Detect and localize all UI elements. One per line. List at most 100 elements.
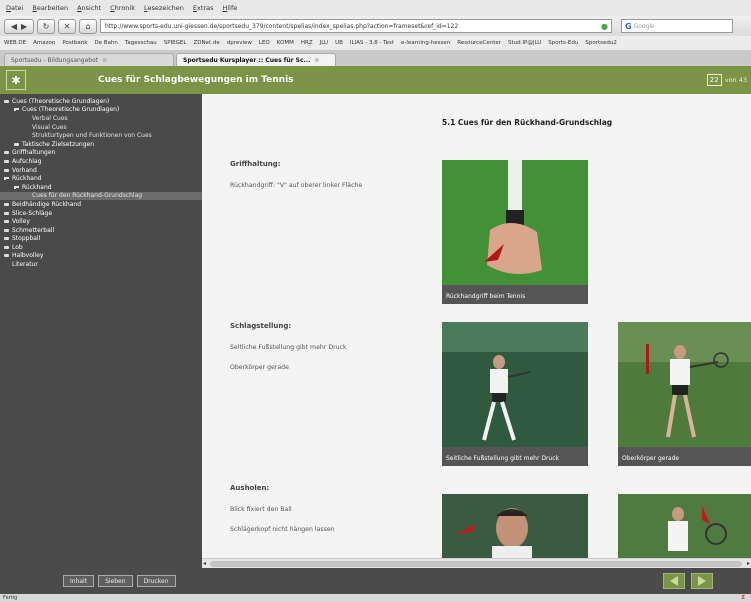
folder-icon (4, 254, 9, 258)
nav-item[interactable]: Slice-Schläge (0, 209, 202, 218)
photo-eyes-on-ball[interactable] (442, 494, 588, 558)
stop-icon: ✕ (63, 21, 71, 31)
arrow-left-icon (670, 576, 678, 586)
reload-icon: ↻ (42, 21, 50, 31)
nav-item[interactable]: Griffhaltungen (0, 149, 202, 158)
bookmark-item[interactable]: WEB.DE (4, 40, 26, 46)
menu-history[interactable]: Chronik (110, 4, 135, 12)
nav-item[interactable]: Rückhand (0, 174, 202, 183)
bookmark-item[interactable]: LEO (259, 40, 270, 46)
menu-tools[interactable]: Extras (193, 4, 214, 12)
browser-menubar: Datei Bearbeiten Ansicht Chronik Lesezei… (0, 0, 751, 16)
bookmark-item[interactable]: JLU (320, 40, 328, 46)
nav-item[interactable]: Taktische Zielsetzungen (0, 140, 202, 149)
bookmark-item[interactable]: KOMM (277, 40, 294, 46)
folder-icon (4, 211, 9, 215)
menu-bookmarks[interactable]: Lesezeichen (144, 4, 184, 12)
expanded-folder-icon (4, 177, 9, 181)
nav-item[interactable]: Cues für den Rückhand-Grundschlag (0, 191, 202, 201)
photo-backhand-grip[interactable]: Rückhandgriff beim Tennis (442, 160, 588, 304)
next-page-button[interactable] (691, 573, 713, 589)
nav-item[interactable]: Strukturtypen und Funktionen von Cues (0, 131, 202, 140)
folder-icon (4, 151, 9, 155)
page-nav (663, 573, 713, 589)
player-header: ✱ Cues für Schlagbewegungen im Tennis 22… (0, 66, 751, 94)
bookmark-item[interactable]: Postbank (62, 40, 87, 46)
reload-button[interactable]: ↻ (37, 18, 55, 34)
stance-photo-image (442, 322, 588, 447)
url-field[interactable]: http://www.sports-edu.uni-giessen.de/spo… (100, 19, 612, 33)
scroll-thumb[interactable] (210, 561, 742, 567)
bookmark-item[interactable]: Stud.IP@JLU (508, 40, 541, 46)
nav-item[interactable]: Literatur (0, 260, 202, 269)
menu-help[interactable]: Hilfe (222, 4, 237, 12)
nav-item[interactable]: Stoppball (0, 235, 202, 244)
search-field[interactable]: G Google (621, 19, 733, 33)
search-button[interactable]: Sieben (98, 575, 133, 587)
photo-caption: Oberkörper gerade (622, 454, 680, 462)
go-icon[interactable]: ● (601, 22, 611, 31)
nav-item[interactable]: Vorhand (0, 166, 202, 175)
nav-item-label: Rückhand (22, 183, 52, 191)
bookmark-item[interactable]: Tagesschau (125, 40, 157, 46)
close-icon[interactable]: ⊗ (314, 57, 319, 64)
folder-icon (4, 202, 9, 206)
page-counter: 22 von 43 (706, 74, 747, 86)
scroll-left-icon[interactable]: ◂ (203, 560, 206, 567)
nav-item[interactable]: Beidhändige Rückhand (0, 200, 202, 209)
photo-upright-posture[interactable]: Oberkörper gerade (618, 322, 751, 466)
bookmark-item[interactable]: HRZ (301, 40, 313, 46)
bookmark-item[interactable]: Sportsedu2 (585, 40, 617, 46)
section-text: Seitliche Fußstellung gibt mehr Druck (230, 344, 347, 351)
photo-side-stance[interactable]: Seitliche Fußstellung gibt mehr Druck (442, 322, 588, 466)
nav-item-label: Griffhaltungen (12, 149, 56, 157)
bookmark-item[interactable]: ILIAS - 3.8 - Test (350, 40, 394, 46)
bookmark-item[interactable]: Sports-Edu (548, 40, 578, 46)
current-page: 22 (706, 74, 722, 86)
bookmark-item[interactable]: ResourceCenter (457, 40, 501, 46)
nav-item-label: Beidhändige Rückhand (12, 200, 82, 208)
nav-item[interactable]: Cues (Theoretische Grundlagen) (0, 97, 202, 106)
menu-view[interactable]: Ansicht (77, 4, 101, 12)
home-button[interactable]: ⌂ (79, 18, 97, 34)
nav-item[interactable]: Aufschlag (0, 157, 202, 166)
bookmark-item[interactable]: UB (335, 40, 343, 46)
browser-statusbar: Fertig Z (0, 594, 751, 602)
bookmark-item[interactable]: SPIEGEL (164, 40, 187, 46)
nav-item[interactable]: Verbal Cues (0, 114, 202, 123)
horizontal-scrollbar[interactable]: ◂ ▸ (202, 558, 751, 568)
tab-kursplayer[interactable]: Sportsedu Kursplayer :: Cues für Sc... ⊗ (176, 53, 336, 66)
back-forward-button[interactable]: ◀ ▶ (4, 18, 34, 34)
menu-edit[interactable]: Bearbeiten (32, 4, 68, 12)
print-button[interactable]: Drucken (136, 575, 176, 587)
bookmark-item[interactable]: De Bahn (94, 40, 117, 46)
bookmark-item[interactable]: Amazon (33, 40, 55, 46)
nav-item[interactable]: Schmetterball (0, 226, 202, 235)
nav-item[interactable]: Rückhand (0, 183, 202, 192)
section-heading: 5.1 Cues für den Rückhand-Grundschlag (442, 118, 613, 127)
nav-item[interactable]: Halbvolley (0, 252, 202, 261)
nav-item-label: Cues für den Rückhand-Grundschlag (32, 192, 143, 200)
previous-page-button[interactable] (663, 573, 685, 589)
folder-icon (4, 159, 9, 163)
folder-icon (4, 99, 9, 103)
scroll-right-icon[interactable]: ▸ (747, 560, 750, 567)
nav-item[interactable]: Lob (0, 243, 202, 252)
bookmark-item[interactable]: dpreview (227, 40, 252, 46)
stop-button[interactable]: ✕ (58, 18, 76, 34)
nav-item[interactable]: Volley (0, 217, 202, 226)
bookmark-item[interactable]: e-learning-hessen (401, 40, 450, 46)
content-area: 5.1 Cues für den Rückhand-Grundschlag Gr… (202, 94, 751, 558)
section-text: Oberkörper gerade (230, 364, 289, 371)
menu-file[interactable]: Datei (6, 4, 23, 12)
section-text: Rückhandgriff: "V" auf oberer linker Flä… (230, 182, 363, 189)
bookmark-item[interactable]: ZDNet.de (193, 40, 219, 46)
nav-item[interactable]: Visual Cues (0, 123, 202, 132)
photo-racket-head[interactable] (618, 494, 751, 558)
close-icon[interactable]: ⊗ (102, 57, 107, 64)
contents-button[interactable]: Inhalt (63, 575, 95, 587)
section-text: Schlägerkopf nicht hängen lassen (230, 526, 335, 533)
photo-caption: Seitliche Fußstellung gibt mehr Druck (446, 454, 560, 462)
tab-bildungsangebot[interactable]: Sportsedu - Bildungsangebot ⊗ (4, 53, 174, 66)
nav-item[interactable]: Cues (Theoretische Grundlagen) (0, 106, 202, 115)
